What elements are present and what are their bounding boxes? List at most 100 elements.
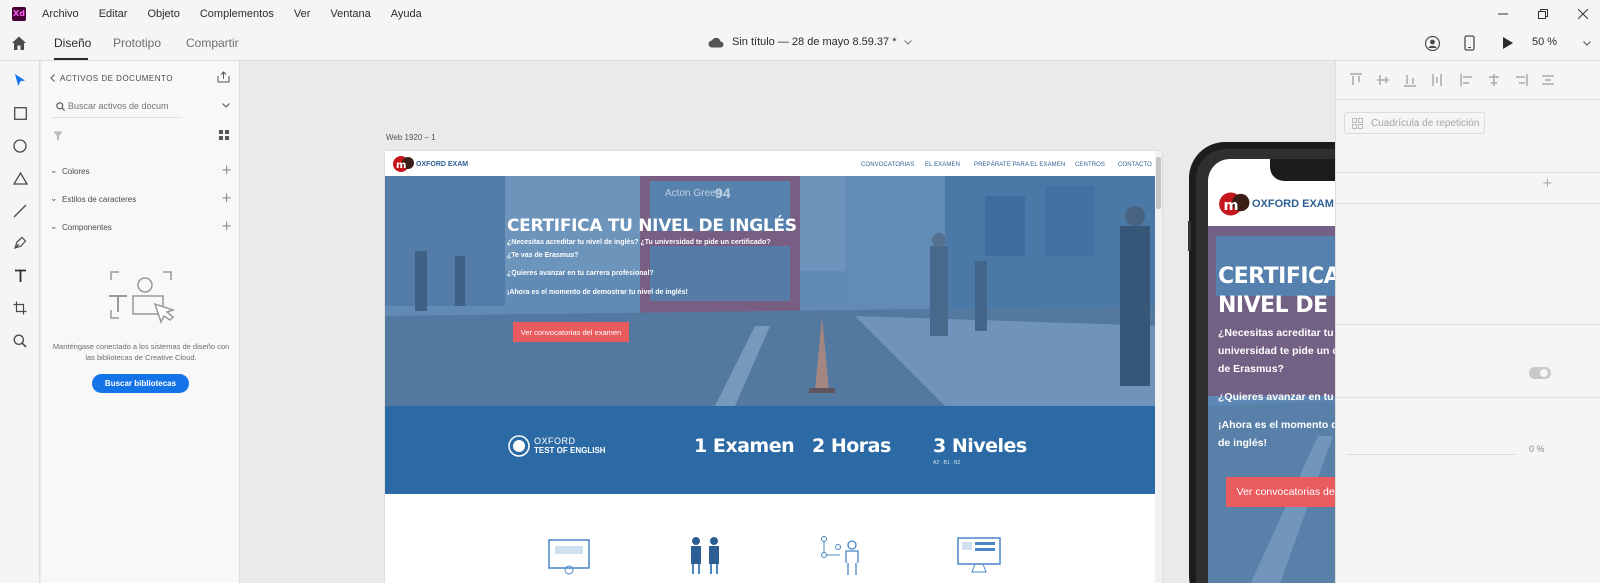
- polygon-tool-icon: [12, 171, 28, 185]
- phone-mockup[interactable]: m OXFORD EXAM CERTIFICA T: [1188, 141, 1335, 583]
- align-middle-icon[interactable]: [1376, 73, 1390, 87]
- minimize-button[interactable]: [1483, 0, 1523, 27]
- svg-text:m: m: [396, 160, 406, 171]
- search-icon: [56, 102, 65, 111]
- section-chevron-icon: ⌄: [50, 193, 58, 203]
- user-button[interactable]: [1424, 35, 1441, 56]
- rectangle-tool[interactable]: [10, 103, 30, 123]
- nav-convocatorias[interactable]: CONVOCATORIAS: [861, 162, 914, 168]
- add-icon[interactable]: +: [1542, 176, 1553, 191]
- polygon-tool[interactable]: [10, 168, 30, 188]
- menu-ventana[interactable]: Ventana: [330, 8, 370, 20]
- restore-button[interactable]: [1523, 0, 1563, 27]
- menu-editar[interactable]: Editar: [99, 8, 128, 20]
- brand-name: OXFORD EXAM: [416, 160, 469, 168]
- tab-diseno[interactable]: Diseño: [54, 36, 91, 50]
- toggle-knob: [1540, 369, 1548, 377]
- line-tool[interactable]: [10, 201, 30, 221]
- zoom-tool[interactable]: [10, 331, 30, 351]
- menu-objeto[interactable]: Objeto: [147, 8, 179, 20]
- nav-contacto[interactable]: CONTACTO: [1118, 162, 1152, 168]
- hero-line: ¿Necesitas acreditar tu nivel de inglés?…: [507, 239, 771, 246]
- align-left-icon[interactable]: [1460, 73, 1474, 87]
- add-component-icon[interactable]: +: [221, 219, 232, 234]
- zoom-chevron-icon[interactable]: [1583, 41, 1591, 46]
- artboard-tool-icon: [13, 301, 27, 315]
- text-tool[interactable]: [10, 266, 30, 286]
- assets-header: ACTIVOS DE DOCUMENTO: [60, 74, 173, 83]
- close-icon: [1578, 8, 1588, 19]
- add-color-icon[interactable]: +: [221, 163, 232, 178]
- phone-hero-title: CERTIFICA TU NIVEL DE INGLÉS: [1218, 264, 1335, 318]
- artboard-scrollbar[interactable]: [1155, 151, 1162, 583]
- nav-centros[interactable]: CENTROS: [1075, 162, 1105, 168]
- grid-view-icon[interactable]: [219, 130, 229, 140]
- align-top-icon[interactable]: [1349, 73, 1363, 87]
- asset-search-input[interactable]: [68, 99, 180, 113]
- export-icon: [217, 71, 230, 83]
- section-estilos-caracteres[interactable]: ⌄ Estilos de caracteres +: [50, 191, 232, 207]
- hero-line: ¿Quieres avanzar en tu carrera profesion…: [507, 270, 654, 277]
- section-chevron-icon: ⌄: [50, 165, 58, 175]
- section-colores[interactable]: ⌄ Colores +: [50, 163, 232, 179]
- tab-compartir[interactable]: Compartir: [186, 36, 239, 50]
- align-bottom-icon[interactable]: [1403, 73, 1417, 87]
- nav-el-examen[interactable]: EL EXAMEN: [925, 162, 960, 168]
- menu-complementos[interactable]: Complementos: [200, 8, 274, 20]
- distribute-horizontal-icon[interactable]: [1541, 73, 1555, 87]
- design-canvas[interactable]: Web 1920 – 1 m OXFORD EXAM CONVOCATORIAS…: [240, 61, 1335, 583]
- people-illustration-icon: [691, 537, 719, 574]
- add-char-style-icon[interactable]: +: [221, 191, 232, 206]
- menu-ver[interactable]: Ver: [294, 8, 311, 20]
- hero-cta-button[interactable]: Ver convocatorias del examen: [513, 322, 629, 342]
- menu-ayuda[interactable]: Ayuda: [391, 8, 422, 20]
- play-button[interactable]: [1502, 36, 1514, 55]
- search-libraries-button[interactable]: Buscar bibliotecas: [92, 374, 189, 393]
- asset-search-box[interactable]: [52, 98, 182, 118]
- close-button[interactable]: [1563, 0, 1600, 27]
- export-button[interactable]: [217, 70, 230, 88]
- section-label: Colores: [62, 167, 90, 176]
- opacity-slider-track[interactable]: [1346, 454, 1516, 455]
- distribute-vertical-icon[interactable]: [1430, 73, 1444, 87]
- ote-logo: OXFORD TEST OF ENGLISH: [508, 435, 606, 457]
- line-tool-icon: [13, 204, 27, 218]
- svg-text:m: m: [1223, 198, 1238, 214]
- nav-preparate[interactable]: PREPÁRATE PARA EL EXAMEN: [974, 162, 1065, 168]
- select-tool-icon: [15, 74, 25, 86]
- align-right-icon[interactable]: [1514, 73, 1528, 87]
- libraries-illustration-icon: [109, 271, 176, 324]
- pen-tool[interactable]: [10, 233, 30, 253]
- document-title-area[interactable]: Sin título — 28 de mayo 8.59.37 *: [708, 36, 912, 48]
- tab-prototipo[interactable]: Prototipo: [113, 36, 161, 50]
- filter-icon[interactable]: [53, 131, 63, 141]
- align-center-icon[interactable]: [1487, 73, 1501, 87]
- text-tool-icon: [14, 269, 26, 282]
- cloud-icon: [708, 37, 724, 47]
- section-componentes[interactable]: ⌄ Componentes +: [50, 219, 232, 235]
- artboard-web[interactable]: m OXFORD EXAM CONVOCATORIAS EL EXAMEN PR…: [385, 151, 1162, 583]
- ote-line2: TEST OF ENGLISH: [534, 446, 606, 455]
- mobile-preview-button[interactable]: [1464, 35, 1475, 56]
- scrollbar-thumb[interactable]: [1156, 157, 1161, 209]
- select-tool[interactable]: [10, 70, 30, 90]
- repeat-grid-button[interactable]: Cuadrícula de repetición: [1344, 112, 1485, 134]
- menu-archivo[interactable]: Archivo: [42, 8, 79, 20]
- toggle-switch[interactable]: [1529, 367, 1551, 379]
- search-scope-chevron-icon[interactable]: [222, 103, 230, 108]
- ellipse-tool[interactable]: [10, 136, 30, 156]
- section-chevron-icon: ⌄: [50, 221, 58, 231]
- artboard-tool[interactable]: [10, 298, 30, 318]
- phone-cta-button[interactable]: Ver convocatorias del examen: [1226, 477, 1335, 507]
- home-button[interactable]: [11, 35, 27, 56]
- artboard-label[interactable]: Web 1920 – 1: [386, 133, 436, 142]
- back-chevron-icon[interactable]: [50, 74, 55, 82]
- divider: [1336, 203, 1600, 204]
- phone-screen[interactable]: m OXFORD EXAM CERTIFICA T: [1208, 159, 1335, 583]
- menu-bar: Xd Archivo Editar Objeto Complementos Ve…: [0, 0, 1600, 27]
- phone-logo[interactable]: m OXFORD EXAM: [1219, 191, 1334, 217]
- opacity-value[interactable]: 0 %: [1529, 444, 1545, 454]
- hero-title: CERTIFICA TU NIVEL DE INGLÉS: [507, 216, 797, 236]
- zoom-level[interactable]: 50 %: [1532, 36, 1557, 48]
- site-logo[interactable]: m OXFORD EXAM: [393, 155, 468, 173]
